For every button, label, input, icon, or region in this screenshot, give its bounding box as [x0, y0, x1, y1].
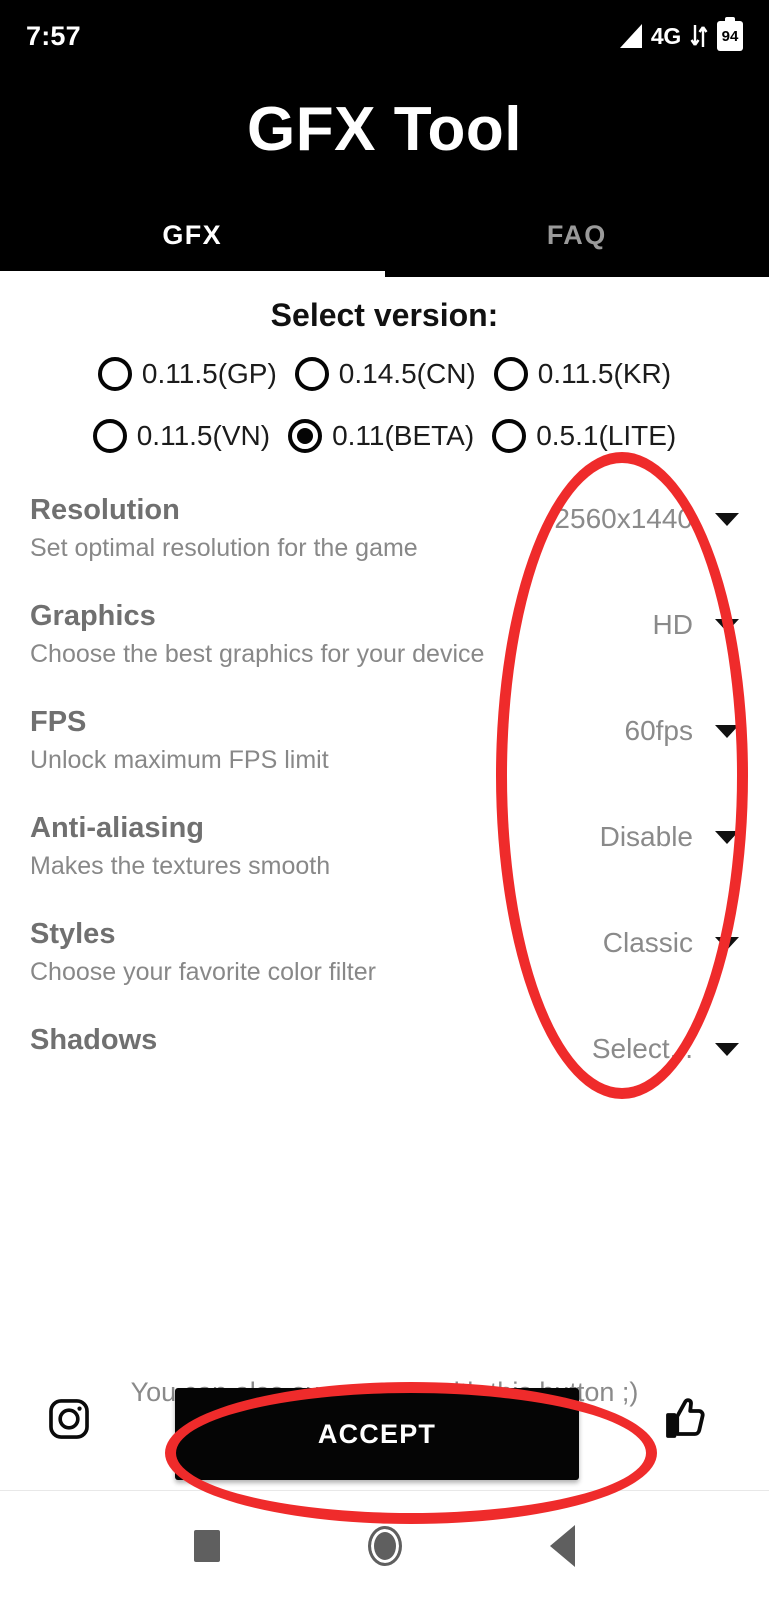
main-content: Select version: 0.11.5(GP) 0.14.5(CN) 0.…	[0, 277, 769, 1489]
setting-row-styles[interactable]: Styles Choose your favorite color filter…	[0, 901, 769, 1007]
setting-title: Anti-aliasing	[30, 812, 205, 844]
setting-row-shadows[interactable]: Shadows Select...	[0, 1007, 769, 1113]
app-bar: GFX Tool GFX FAQ	[0, 72, 769, 277]
chevron-down-icon[interactable]	[715, 830, 739, 844]
thumbs-up-icon[interactable]	[662, 1394, 710, 1447]
chevron-down-icon[interactable]	[715, 1042, 739, 1056]
setting-value-label: Disable	[599, 821, 693, 852]
setting-dropdown-styles[interactable]: Classic	[603, 927, 739, 959]
data-transfer-icon	[690, 23, 708, 49]
setting-dropdown-graphics[interactable]: HD	[653, 609, 739, 641]
setting-value-label: 2560x1440	[554, 503, 693, 534]
radio-circle-icon[interactable]	[493, 357, 528, 391]
radio-circle-icon[interactable]	[92, 419, 127, 453]
setting-subtitle: Choose the best graphics for your device	[30, 639, 485, 668]
version-radio-row: 0.11.5(GP) 0.14.5(CN) 0.11.5(KR)	[0, 343, 769, 405]
page-title: GFX Tool	[247, 95, 522, 164]
radio-version-0115gp[interactable]: 0.11.5(GP)	[89, 357, 286, 391]
setting-row-resolution[interactable]: Resolution Set optimal resolution for th…	[0, 477, 769, 583]
chevron-down-icon[interactable]	[715, 512, 739, 526]
signal-icon	[619, 24, 642, 48]
setting-title: Resolution	[30, 494, 180, 526]
battery-icon: 94	[717, 17, 743, 51]
setting-dropdown-anti-aliasing[interactable]: Disable	[600, 821, 739, 853]
network-type-label: 4G	[650, 22, 681, 49]
setting-subtitle: Unlock maximum FPS limit	[30, 745, 329, 774]
setting-subtitle: Choose your favorite color filter	[30, 957, 376, 986]
chevron-down-icon[interactable]	[715, 618, 739, 632]
android-nav-bar	[0, 1490, 769, 1600]
radio-version-011beta[interactable]: 0.11(BETA)	[279, 419, 483, 453]
setting-title: FPS	[30, 706, 87, 738]
battery-level-label: 94	[721, 27, 739, 45]
tab-faq[interactable]: FAQ	[385, 194, 769, 277]
radio-label: 0.14.5(CN)	[338, 358, 476, 389]
radio-label: 0.11.5(VN)	[136, 420, 271, 451]
version-radio-row: 0.11.5(VN) 0.11(BETA) 0.5.1(LITE)	[0, 405, 769, 467]
setting-text-block: FPS Unlock maximum FPS limit	[30, 705, 500, 776]
radio-circle-selected-icon[interactable]	[288, 419, 323, 453]
accept-button[interactable]: ACCEPT	[175, 1388, 579, 1480]
version-radio-group: 0.11.5(GP) 0.14.5(CN) 0.11.5(KR) 0.11.5(…	[0, 343, 769, 467]
setting-value-label: Select...	[591, 1033, 693, 1064]
radio-circle-icon[interactable]	[294, 357, 329, 391]
back-triangle-icon[interactable]	[550, 1525, 575, 1567]
bottom-action-bar: ACCEPT	[0, 1388, 769, 1488]
radio-circle-icon[interactable]	[97, 357, 132, 391]
setting-text-block: Resolution Set optimal resolution for th…	[30, 493, 500, 564]
setting-text-block: Anti-aliasing Makes the textures smooth	[30, 811, 500, 882]
radio-label: 0.11.5(KR)	[537, 358, 672, 389]
setting-title: Styles	[30, 918, 116, 950]
phone-screen: 7:57 4G 94 GFX Tool GFX FAQ Select versi…	[0, 0, 769, 1600]
setting-text-block: Graphics Choose the best graphics for yo…	[30, 599, 500, 670]
radio-circle-icon[interactable]	[492, 419, 527, 453]
radio-label: 0.11(BETA)	[332, 420, 475, 451]
home-circle-icon[interactable]	[368, 1526, 402, 1566]
setting-value-label: Classic	[602, 927, 693, 958]
setting-subtitle: Set optimal resolution for the game	[30, 533, 418, 562]
status-bar: 7:57 4G 94	[0, 0, 769, 72]
setting-text-block: Shadows	[30, 1023, 500, 1058]
setting-title: Graphics	[30, 600, 156, 632]
setting-dropdown-fps[interactable]: 60fps	[624, 715, 739, 747]
setting-row-fps[interactable]: FPS Unlock maximum FPS limit 60fps	[0, 689, 769, 795]
radio-label: 0.11.5(GP)	[141, 358, 277, 389]
tab-gfx[interactable]: GFX	[0, 194, 385, 277]
status-time: 7:57	[26, 20, 81, 51]
setting-text-block: Styles Choose your favorite color filter	[30, 917, 500, 988]
status-icons: 4G 94	[619, 17, 743, 51]
radio-version-051lite[interactable]: 0.5.1(LITE)	[483, 419, 685, 453]
setting-row-anti-aliasing[interactable]: Anti-aliasing Makes the textures smooth …	[0, 795, 769, 901]
select-version-heading: Select version:	[270, 297, 499, 333]
radio-version-0145cn[interactable]: 0.14.5(CN)	[286, 357, 485, 391]
chevron-down-icon[interactable]	[715, 936, 739, 950]
radio-label: 0.5.1(LITE)	[536, 420, 677, 451]
radio-version-0115kr[interactable]: 0.11.5(KR)	[485, 357, 680, 391]
settings-list[interactable]: Resolution Set optimal resolution for th…	[0, 477, 769, 1297]
setting-value-label: 60fps	[624, 715, 694, 746]
setting-dropdown-resolution[interactable]: 2560x1440	[554, 503, 739, 535]
recents-square-icon[interactable]	[194, 1530, 220, 1562]
chevron-down-icon[interactable]	[715, 724, 739, 738]
setting-value-label: HD	[652, 609, 693, 640]
radio-version-0115vn[interactable]: 0.11.5(VN)	[84, 419, 279, 453]
setting-row-graphics[interactable]: Graphics Choose the best graphics for yo…	[0, 583, 769, 689]
setting-dropdown-shadows[interactable]: Select...	[592, 1033, 739, 1065]
tab-bar: GFX FAQ	[0, 194, 769, 277]
instagram-icon[interactable]	[46, 1396, 92, 1447]
setting-subtitle: Makes the textures smooth	[30, 851, 331, 880]
setting-title: Shadows	[30, 1024, 158, 1056]
